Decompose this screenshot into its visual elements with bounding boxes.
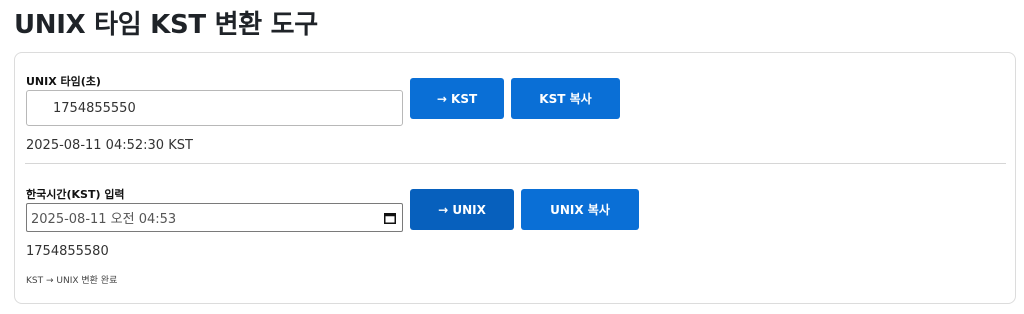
- copy-unix-button[interactable]: UNIX 복사: [521, 189, 639, 230]
- to-kst-button[interactable]: → KST: [410, 78, 504, 119]
- kst-input-label: 한국시간(KST) 입력: [26, 188, 125, 201]
- kst-datetime-value: 2025-08-11 오전 04:53: [31, 212, 177, 227]
- converter-card: UNIX 타임(초) → KST KST 복사 2025-08-11 04:52…: [14, 52, 1016, 304]
- status-message: KST → UNIX 변환 완료: [26, 276, 118, 286]
- section-divider: [25, 163, 1006, 164]
- unix-input-label: UNIX 타임(초): [26, 75, 101, 88]
- kst-result: 2025-08-11 04:52:30 KST: [26, 138, 193, 153]
- calendar-icon[interactable]: [384, 212, 396, 224]
- kst-datetime-input[interactable]: 2025-08-11 오전 04:53: [26, 203, 403, 232]
- page-title: UNIX 타임 KST 변환 도구: [14, 10, 318, 40]
- to-unix-button[interactable]: → UNIX: [410, 189, 514, 230]
- copy-kst-button[interactable]: KST 복사: [511, 78, 620, 119]
- unix-result: 1754855580: [26, 244, 109, 259]
- unix-input[interactable]: [26, 90, 403, 126]
